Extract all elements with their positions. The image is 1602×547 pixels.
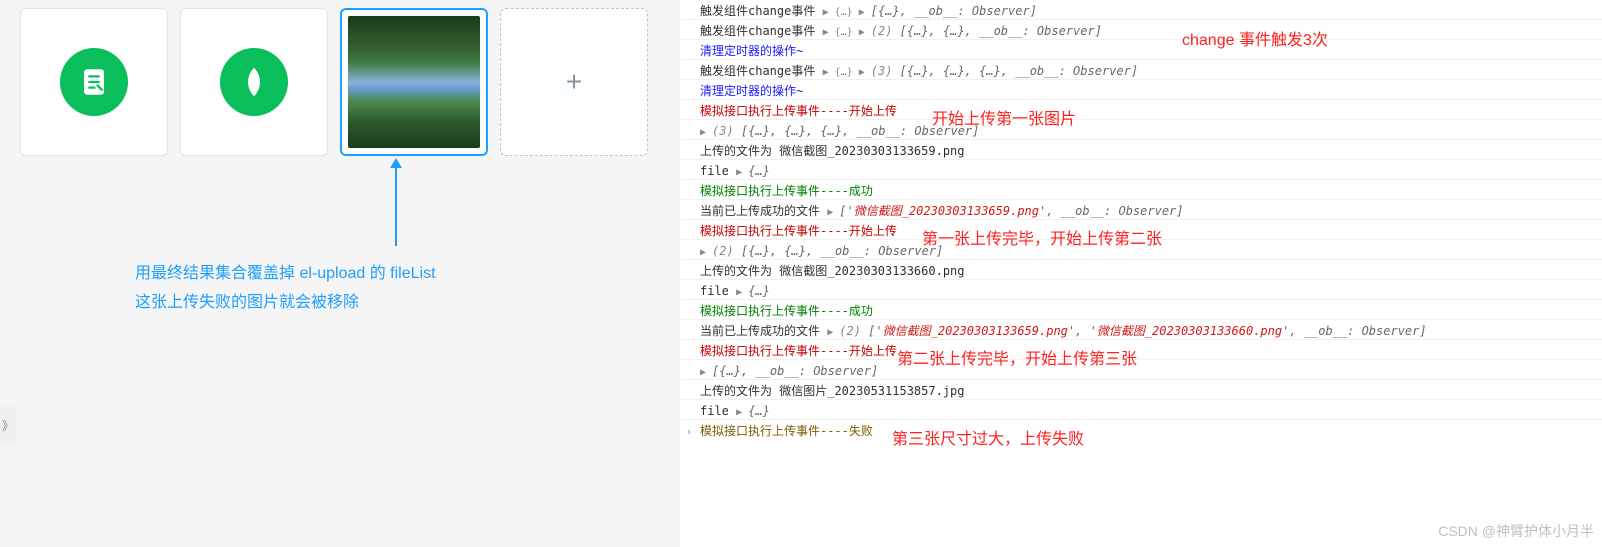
expand-arrow-icon[interactable]: ▶ {…} ▶ xyxy=(823,7,871,18)
expand-arrow-icon[interactable]: ▶ xyxy=(827,327,839,338)
console-row[interactable]: › 模拟接口执行上传事件----失败 xyxy=(682,420,1602,440)
upload-add-button[interactable]: + xyxy=(500,8,648,156)
note-3-fail: 第三张尺寸过大，上传失败 xyxy=(892,425,1084,449)
log-text: 触发组件change事件 ▶ {…} ▶ (3) [{…}, {…}, {…},… xyxy=(700,64,1138,78)
log-text: ▶ (2) [{…}, {…}, __ob__: Observer] xyxy=(700,244,943,258)
console-row[interactable]: 当前已上传成功的文件 ▶ (2) ['微信截图_20230303133659.p… xyxy=(682,320,1602,340)
chevron-right-icon: 》 xyxy=(2,417,14,434)
annotation-line-1: 用最终结果集合覆盖掉 el-upload 的 fileList xyxy=(135,260,436,289)
console-row[interactable]: file ▶ {…} xyxy=(682,280,1602,300)
note-change-3x: change 事件触发3次 xyxy=(1182,26,1328,50)
expand-arrow-icon[interactable]: ▶ xyxy=(700,127,712,138)
log-text: 清理定时器的操作~ xyxy=(700,44,803,58)
log-text: file ▶ {…} xyxy=(700,164,770,178)
expand-arrow-icon[interactable]: ▶ {…} ▶ xyxy=(823,67,871,78)
log-text: 模拟接口执行上传事件----开始上传 xyxy=(700,224,897,238)
expand-arrow-icon[interactable]: ▶ {…} ▶ xyxy=(823,27,871,38)
expand-arrow-icon[interactable]: ▶ xyxy=(700,247,712,258)
log-text: 当前已上传成功的文件 ▶ ['微信截图_20230303133659.png',… xyxy=(700,204,1184,218)
preview-panel: + 用最终结果集合覆盖掉 el-upload 的 fileList 这张上传失败… xyxy=(0,0,680,547)
annotation-text: 用最终结果集合覆盖掉 el-upload 的 fileList 这张上传失败的图… xyxy=(135,260,436,318)
log-text: 模拟接口执行上传事件----成功 xyxy=(700,304,873,318)
expand-arrow-icon[interactable]: ▶ xyxy=(700,367,712,378)
log-text: 模拟接口执行上传事件----失败 xyxy=(700,424,873,438)
expand-arrow-icon[interactable]: ▶ xyxy=(736,167,748,178)
annotation-line-2: 这张上传失败的图片就会被移除 xyxy=(135,289,436,318)
upload-list: + xyxy=(20,8,680,156)
document-icon xyxy=(60,48,128,116)
log-text: file ▶ {…} xyxy=(700,284,770,298)
console-row[interactable]: ▶ [{…}, __ob__: Observer] xyxy=(682,360,1602,380)
console-row[interactable]: 模拟接口执行上传事件----成功 xyxy=(682,180,1602,200)
upload-item-1[interactable] xyxy=(20,8,168,156)
console-row[interactable]: 上传的文件为 微信截图_20230303133660.png xyxy=(682,260,1602,280)
log-text: 模拟接口执行上传事件----成功 xyxy=(700,184,873,198)
expand-arrow-icon[interactable]: ▶ xyxy=(736,407,748,418)
console-row[interactable]: 模拟接口执行上传事件----开始上传 xyxy=(682,340,1602,360)
console-row[interactable]: 上传的文件为 微信截图_20230303133659.png xyxy=(682,140,1602,160)
console-row[interactable]: 清理定时器的操作~ xyxy=(682,40,1602,60)
console-row[interactable]: 模拟接口执行上传事件----成功 xyxy=(682,300,1602,320)
console-row[interactable]: 触发组件change事件 ▶ {…} ▶ [{…}, __ob__: Obser… xyxy=(682,0,1602,20)
log-text: 模拟接口执行上传事件----开始上传 xyxy=(700,104,897,118)
log-text: 当前已上传成功的文件 ▶ (2) ['微信截图_20230303133659.p… xyxy=(700,324,1427,338)
log-text: ▶ [{…}, __ob__: Observer] xyxy=(700,364,878,378)
console-row[interactable]: 当前已上传成功的文件 ▶ ['微信截图_20230303133659.png',… xyxy=(682,200,1602,220)
expand-handle[interactable]: 》 xyxy=(0,405,16,445)
leaf-icon xyxy=(220,48,288,116)
console-row[interactable]: 清理定时器的操作~ xyxy=(682,80,1602,100)
note-done-1-start-2: 第一张上传完毕，开始上传第二张 xyxy=(922,225,1162,249)
log-text: 触发组件change事件 ▶ {…} ▶ (2) [{…}, {…}, __ob… xyxy=(700,24,1102,38)
log-text: 上传的文件为 微信图片_20230531153857.jpg xyxy=(700,384,965,398)
log-text: 上传的文件为 微信截图_20230303133659.png xyxy=(700,144,965,158)
log-text: 清理定时器的操作~ xyxy=(700,84,803,98)
upload-item-3-selected[interactable] xyxy=(340,8,488,156)
upload-item-2[interactable] xyxy=(180,8,328,156)
annotation-arrow xyxy=(395,160,397,246)
console-row[interactable]: 触发组件change事件 ▶ {…} ▶ (2) [{…}, {…}, __ob… xyxy=(682,20,1602,40)
console-row[interactable]: 上传的文件为 微信图片_20230531153857.jpg xyxy=(682,380,1602,400)
console-row[interactable]: 模拟接口执行上传事件----开始上传 xyxy=(682,100,1602,120)
forest-thumbnail xyxy=(348,16,480,148)
expand-arrow-icon[interactable]: ▶ xyxy=(827,207,839,218)
prompt-caret-icon: › xyxy=(686,423,692,442)
watermark: CSDN @神臂护体小月半 xyxy=(1438,521,1594,541)
log-text: 触发组件change事件 ▶ {…} ▶ [{…}, __ob__: Obser… xyxy=(700,4,1037,18)
console-row[interactable]: 触发组件change事件 ▶ {…} ▶ (3) [{…}, {…}, {…},… xyxy=(682,60,1602,80)
console-row[interactable]: ▶ (3) [{…}, {…}, {…}, __ob__: Observer] xyxy=(682,120,1602,140)
log-text: 上传的文件为 微信截图_20230303133660.png xyxy=(700,264,965,278)
plus-icon: + xyxy=(566,66,582,98)
note-start-1: 开始上传第一张图片 xyxy=(932,105,1076,129)
expand-arrow-icon[interactable]: ▶ xyxy=(736,287,748,298)
console-row[interactable]: file ▶ {…} xyxy=(682,400,1602,420)
console-log-list: 触发组件change事件 ▶ {…} ▶ [{…}, __ob__: Obser… xyxy=(682,0,1602,440)
log-text: 模拟接口执行上传事件----开始上传 xyxy=(700,344,897,358)
console-panel: 触发组件change事件 ▶ {…} ▶ [{…}, __ob__: Obser… xyxy=(682,0,1602,547)
log-text: file ▶ {…} xyxy=(700,404,770,418)
note-done-2-start-3: 第二张上传完毕，开始上传第三张 xyxy=(897,345,1137,369)
console-row[interactable]: file ▶ {…} xyxy=(682,160,1602,180)
